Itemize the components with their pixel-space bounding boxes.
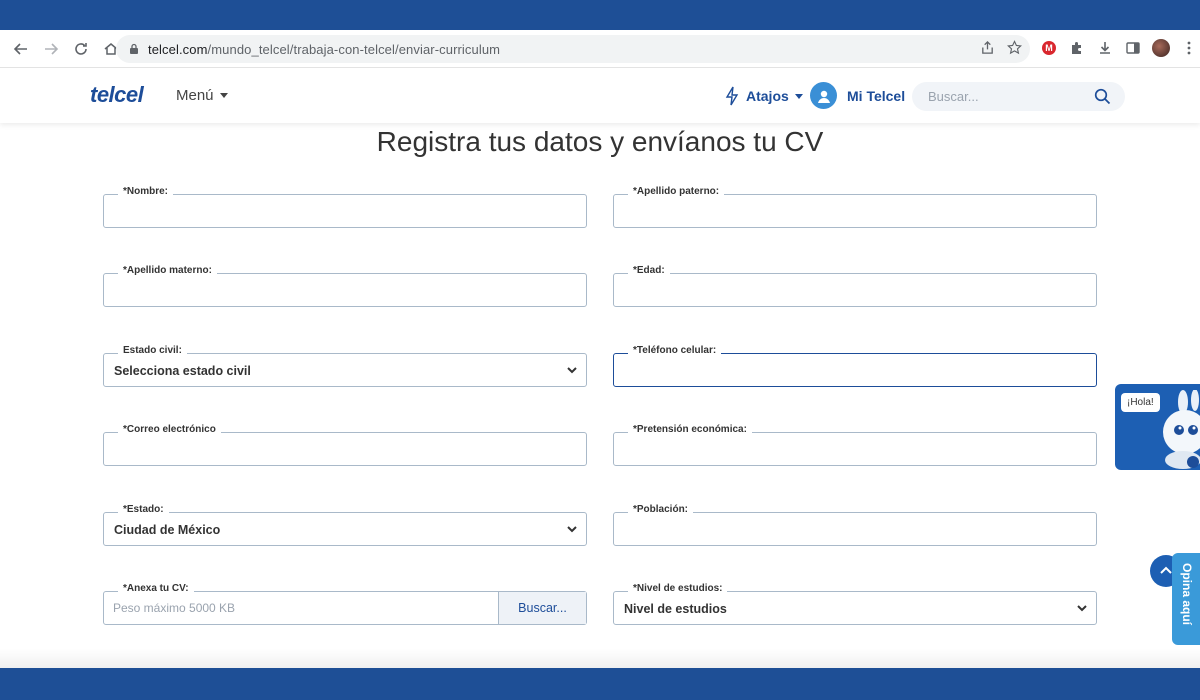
pretension-field[interactable]: *Pretensión económica: <box>613 424 1097 466</box>
user-avatar-icon <box>810 82 837 109</box>
arrow-left-icon <box>13 42 27 55</box>
pretension-label: *Pretensión económica: <box>628 424 752 435</box>
web-page: telcel Menú Atajos Mi Telcel Registra tu… <box>0 68 1200 668</box>
telcel-logo[interactable]: telcel <box>90 82 144 108</box>
download-icon[interactable] <box>1096 39 1114 57</box>
atajos-dropdown[interactable]: Atajos <box>724 86 803 106</box>
apellido-paterno-label: *Apellido paterno: <box>628 186 725 197</box>
estado-select[interactable]: *Estado: Ciudad de México <box>103 504 587 546</box>
lightning-icon <box>725 86 739 106</box>
chevron-down-icon <box>1077 605 1087 612</box>
feedback-label: Opina aquí <box>1180 563 1194 626</box>
site-search <box>912 82 1125 111</box>
side-panel-icon[interactable] <box>1124 39 1142 57</box>
lock-icon <box>130 43 138 54</box>
nombre-field[interactable]: *Nombre: <box>103 186 587 228</box>
chevron-up-icon <box>1160 566 1172 574</box>
caret-down-icon <box>794 93 803 99</box>
caret-down-icon <box>219 93 228 98</box>
anexa-cv-field: *Anexa tu CV: Peso máximo 5000 KB Buscar… <box>103 583 587 625</box>
reload-button[interactable] <box>68 36 94 62</box>
search-icon[interactable] <box>1094 88 1111 105</box>
window-bottom-bar <box>0 668 1200 700</box>
url-text: telcel.com/mundo_telcel/trabaja-con-telc… <box>148 42 500 57</box>
nivel-estudios-value: Nivel de estudios <box>624 602 727 616</box>
url-path: /mundo_telcel/trabaja-con-telcel/enviar-… <box>207 41 501 57</box>
menu-label: Menú <box>176 87 214 104</box>
profile-avatar[interactable] <box>1152 39 1170 57</box>
telefono-celular-label: *Teléfono celular: <box>628 345 722 356</box>
back-button[interactable] <box>8 36 34 62</box>
cv-file-input[interactable]: Peso máximo 5000 KB <box>104 592 499 624</box>
feedback-tab[interactable]: Opina aquí <box>1172 553 1200 645</box>
site-header: telcel Menú Atajos Mi Telcel <box>0 68 1200 123</box>
page-bottom-fade <box>0 648 1200 668</box>
mascot-icon <box>1163 390 1200 469</box>
atajos-label: Atajos <box>746 88 789 104</box>
address-bar[interactable]: telcel.com/mundo_telcel/trabaja-con-telc… <box>116 35 1030 63</box>
correo-field[interactable]: *Correo electrónico <box>103 424 587 466</box>
window-top-bar <box>0 0 1200 30</box>
nivel-estudios-select[interactable]: *Nivel de estudios: Nivel de estudios <box>613 583 1097 625</box>
nivel-estudios-label: *Nivel de estudios: <box>628 583 728 594</box>
apellido-materno-label: *Apellido materno: <box>118 265 217 276</box>
menu-dropdown[interactable]: Menú <box>176 87 228 104</box>
bookmark-star-icon[interactable] <box>1007 40 1022 55</box>
chevron-down-icon <box>567 367 577 374</box>
correo-label: *Correo electrónico <box>118 424 221 435</box>
search-input[interactable] <box>928 89 1088 104</box>
chevron-down-icon <box>567 526 577 533</box>
poblacion-label: *Población: <box>628 504 694 515</box>
browse-file-button[interactable]: Buscar... <box>498 592 586 624</box>
mega-extension-icon[interactable]: M <box>1040 39 1058 57</box>
cv-file-placeholder: Peso máximo 5000 KB <box>113 601 236 615</box>
telefono-celular-field[interactable]: *Teléfono celular: <box>613 345 1097 387</box>
share-icon[interactable] <box>980 40 995 55</box>
estado-civil-select[interactable]: Estado civil: Selecciona estado civil <box>103 345 587 387</box>
browser-toolbar: telcel.com/mundo_telcel/trabaja-con-telc… <box>0 30 1200 68</box>
apellido-paterno-field[interactable]: *Apellido paterno: <box>613 186 1097 228</box>
estado-label: *Estado: <box>118 504 169 515</box>
mi-telcel-link[interactable]: Mi Telcel <box>810 82 905 109</box>
forward-button[interactable] <box>38 36 64 62</box>
mi-telcel-label: Mi Telcel <box>847 87 906 104</box>
estado-civil-value: Selecciona estado civil <box>114 364 251 378</box>
estado-civil-label: Estado civil: <box>118 345 187 356</box>
edad-label: *Edad: <box>628 265 670 276</box>
arrow-right-icon <box>45 42 59 55</box>
nombre-label: *Nombre: <box>118 186 174 197</box>
poblacion-field[interactable]: *Población: <box>613 504 1097 546</box>
extensions-puzzle-icon[interactable] <box>1068 39 1086 57</box>
estado-value: Ciudad de México <box>114 523 221 537</box>
reload-icon <box>75 42 87 55</box>
browser-menu-kebab-icon[interactable] <box>1180 39 1198 57</box>
edad-field[interactable]: *Edad: <box>613 265 1097 307</box>
apellido-materno-field[interactable]: *Apellido materno: <box>103 265 587 307</box>
page-title: Registra tus datos y envíanos tu CV <box>376 126 824 157</box>
chat-assistant-widget[interactable]: ¡Hola! <box>1115 384 1200 470</box>
url-host: telcel.com <box>148 41 208 57</box>
